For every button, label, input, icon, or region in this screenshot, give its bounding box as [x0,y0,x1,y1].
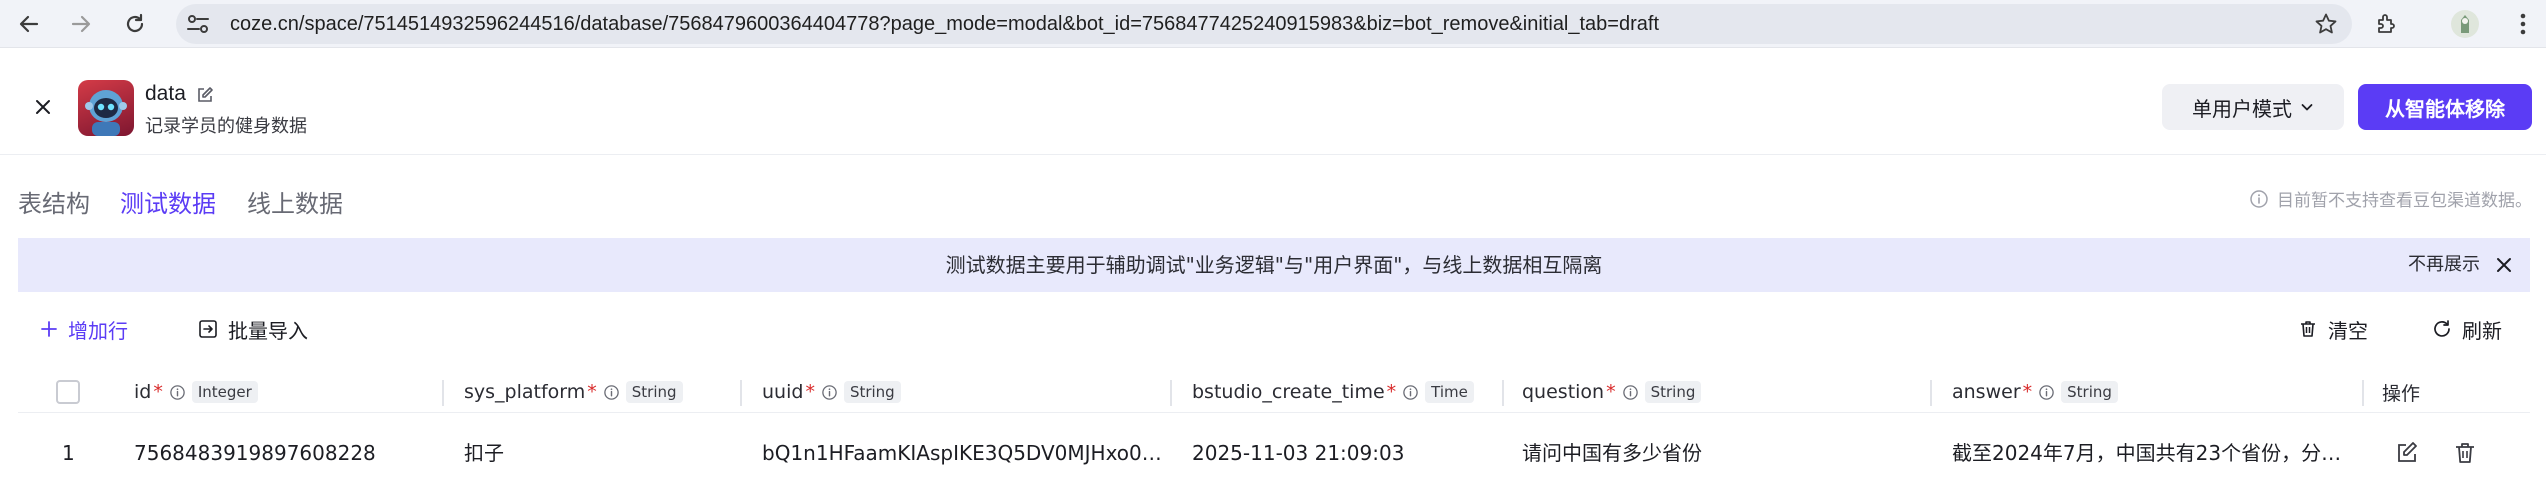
site-settings-icon[interactable] [186,13,210,35]
channel-notice: 目前暂不支持查看豆包渠道数据。 [2249,186,2532,211]
required-mark: * [2022,381,2033,403]
required-mark: * [1386,381,1397,403]
info-icon [2250,189,2268,208]
edit-title-icon[interactable] [196,86,214,104]
remove-from-bot-button[interactable]: 从智能体移除 [2358,84,2532,130]
clear-label: 清空 [2328,318,2368,343]
edit-row-icon[interactable] [2394,440,2420,466]
column-header-id: id * Integer [134,372,258,412]
bulk-import-label: 批量导入 [228,318,308,343]
column-name: sys_platform [464,381,586,403]
column-resize-handle[interactable] [1930,380,1932,406]
type-tag: String [843,381,901,403]
info-icon[interactable] [1402,384,1419,401]
user-mode-label: 单用户模式 [2192,96,2292,121]
type-tag: Time [1425,381,1474,403]
column-header-uuid: uuid * String [762,372,901,412]
cell-id[interactable]: 7568483919897608228 [134,428,434,478]
column-header-create-time: bstudio_create_time * Time [1192,372,1474,412]
column-name: id [134,381,152,403]
type-tag: String [1644,381,1702,403]
required-mark: * [587,381,597,403]
refresh-button[interactable]: 刷新 [2432,312,2502,346]
banner-text: 测试数据主要用于辅助调试"业务逻辑"与"用户界面"，与线上数据相互隔离 [945,253,1603,277]
required-mark: * [805,381,815,403]
delete-row-icon[interactable] [2452,440,2478,466]
type-tag: Integer [191,381,258,403]
address-bar[interactable]: coze.cn/space/7514514932596244516/databa… [176,4,2352,44]
type-tag: String [625,381,683,403]
select-all-checkbox[interactable] [56,380,80,404]
banner-close-icon[interactable] [2492,253,2516,277]
bot-avatar [78,80,134,136]
info-banner: 测试数据主要用于辅助调试"业务逻辑"与"用户界面"，与线上数据相互隔离 不再展示 [18,238,2530,292]
cell-uuid[interactable]: bQ1n1HFaamKIAspIKE3Q5DV0MJHxo0… [762,428,1162,478]
cell-answer[interactable]: 截至2024年7月，中国共有23个省份，分… [1952,428,2352,478]
column-resize-handle[interactable] [1170,380,1172,406]
tab-online-data[interactable]: 线上数据 [247,184,343,219]
column-header-actions: 操作 [2382,382,2421,405]
info-icon[interactable] [2038,384,2055,401]
info-icon[interactable] [603,384,620,401]
back-icon[interactable] [14,9,44,39]
close-modal-button[interactable] [28,92,58,122]
cell-sys-platform[interactable]: 扣子 [464,428,734,478]
column-name: question [1522,381,1605,403]
clear-button[interactable]: 清空 [2298,312,2368,346]
info-icon[interactable] [1622,384,1639,401]
bookmark-star-icon[interactable] [2314,12,2338,36]
table-header: id * Integer sys_platform * String uuid * S… [18,372,2530,412]
chevron-down-icon [2301,104,2313,111]
plus-icon [41,321,57,337]
row-index: 1 [62,441,75,465]
column-header-sys-platform: sys_platform * String [464,372,683,412]
add-row-label: 增加行 [68,318,128,343]
column-resize-handle[interactable] [740,380,742,406]
database-title: data [145,82,186,105]
trash-icon [2301,321,2315,337]
tab-test-data[interactable]: 测试数据 [120,184,216,219]
forward-icon[interactable] [66,9,96,39]
extensions-icon[interactable] [2372,9,2402,39]
import-icon [199,320,217,338]
more-menu-icon[interactable] [2508,9,2538,39]
refresh-label: 刷新 [2462,318,2502,343]
type-tag: String [2061,381,2118,403]
user-mode-dropdown[interactable]: 单用户模式 [2162,84,2344,130]
table-header-divider [18,412,2530,413]
dont-show-again-link[interactable]: 不再展示 [2408,238,2480,292]
database-description: 记录学员的健身数据 [145,116,307,137]
column-name: uuid [762,381,804,403]
column-resize-handle[interactable] [442,380,444,406]
tab-table-structure[interactable]: 表结构 [18,184,90,219]
profile-avatar[interactable] [2450,9,2480,39]
header-divider [0,154,2546,155]
cell-question[interactable]: 请问中国有多少省份 [1522,428,1922,478]
bulk-import-button[interactable]: 批量导入 [198,312,308,346]
column-resize-handle[interactable] [2362,380,2364,406]
info-icon[interactable] [821,384,838,401]
reload-icon[interactable] [120,9,150,39]
refresh-icon [2434,320,2450,337]
url-text: coze.cn/space/7514514932596244516/databa… [230,13,1660,35]
column-header-question: question * String [1522,372,1702,412]
column-name: answer [1952,381,2021,403]
column-resize-handle[interactable] [1502,380,1504,406]
required-mark: * [153,381,163,403]
add-row-button[interactable]: 增加行 [40,312,128,346]
column-header-answer: answer * String [1952,372,2118,412]
close-icon [36,100,50,114]
channel-notice-text: 目前暂不支持查看豆包渠道数据。 [2277,191,2532,211]
cell-create-time[interactable]: 2025-11-03 21:09:03 [1192,428,1492,478]
column-name: bstudio_create_time [1192,381,1385,403]
browser-toolbar: coze.cn/space/7514514932596244516/databa… [0,0,2546,48]
info-icon[interactable] [169,384,186,401]
required-mark: * [1606,381,1616,403]
